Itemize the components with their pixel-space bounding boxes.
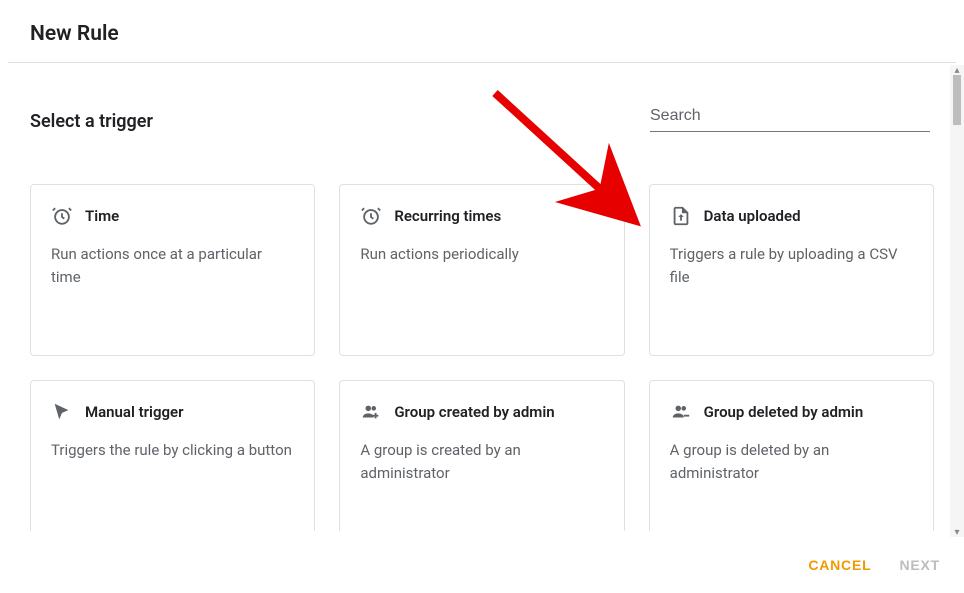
content-area: Select a trigger Time Run actions once a… — [0, 63, 964, 531]
next-button[interactable]: NEXT — [899, 557, 940, 573]
search-input[interactable] — [650, 103, 930, 132]
card-title: Manual trigger — [85, 403, 183, 421]
card-group-created[interactable]: Group created by admin A group is create… — [339, 380, 624, 531]
alarm-icon — [360, 205, 382, 227]
footer: CANCEL NEXT — [0, 537, 964, 593]
card-group-deleted[interactable]: Group deleted by admin A group is delete… — [649, 380, 934, 531]
card-recurring-times[interactable]: Recurring times Run actions periodically — [339, 184, 624, 356]
search-wrap — [650, 103, 930, 132]
page-title: New Rule — [0, 0, 964, 62]
card-title: Data uploaded — [704, 207, 801, 225]
alarm-icon — [51, 205, 73, 227]
cancel-button[interactable]: CANCEL — [808, 557, 871, 573]
card-desc: Run actions periodically — [360, 243, 603, 266]
card-title: Group deleted by admin — [704, 403, 864, 421]
card-desc: A group is deleted by an administrator — [670, 439, 913, 484]
card-title: Time — [85, 207, 119, 225]
scrollbar-up-icon[interactable]: ▴ — [952, 65, 962, 75]
card-desc: Triggers a rule by uploading a CSV file — [670, 243, 913, 288]
scrollbar-thumb[interactable] — [953, 75, 961, 125]
card-desc: Triggers the rule by clicking a button — [51, 439, 294, 462]
scrollbar[interactable]: ▴ ▾ — [950, 65, 964, 537]
cursor-icon — [51, 401, 73, 423]
trigger-grid: Time Run actions once at a particular ti… — [30, 184, 934, 531]
card-title: Recurring times — [394, 207, 501, 225]
group-add-icon — [360, 401, 382, 423]
card-time[interactable]: Time Run actions once at a particular ti… — [30, 184, 315, 356]
scrollbar-down-icon[interactable]: ▾ — [952, 527, 962, 537]
card-data-uploaded[interactable]: Data uploaded Triggers a rule by uploadi… — [649, 184, 934, 356]
card-manual-trigger[interactable]: Manual trigger Triggers the rule by clic… — [30, 380, 315, 531]
section-title: Select a trigger — [30, 111, 650, 132]
card-desc: A group is created by an administrator — [360, 439, 603, 484]
file-upload-icon — [670, 205, 692, 227]
card-title: Group created by admin — [394, 403, 554, 421]
card-desc: Run actions once at a particular time — [51, 243, 294, 288]
section-header-row: Select a trigger — [30, 103, 934, 132]
group-remove-icon — [670, 401, 692, 423]
